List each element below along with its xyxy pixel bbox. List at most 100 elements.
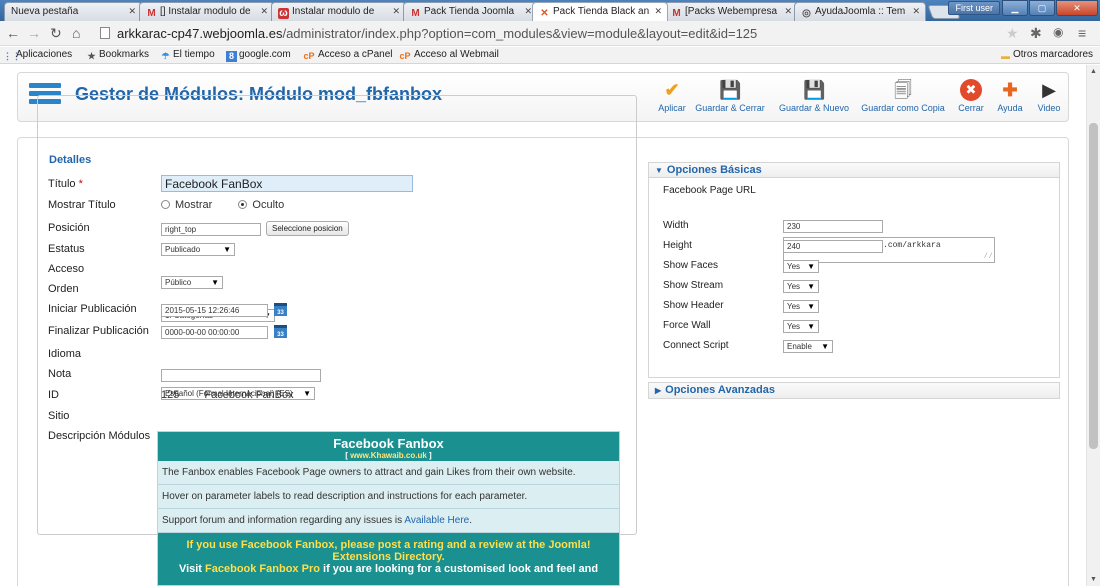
tab-label: Instalar modulo de xyxy=(292,6,375,17)
browser-tab[interactable]: M [] Instalar modulo de ✕ xyxy=(139,2,274,21)
description-paragraph: The Fanbox enables Facebook Page owners … xyxy=(158,461,619,485)
order-label: Orden xyxy=(48,283,79,295)
position-input[interactable]: right_top xyxy=(161,223,261,236)
save-close-button[interactable]: 💾 Guardar & Cerrar xyxy=(694,79,766,113)
radio-show[interactable] xyxy=(161,200,170,209)
close-icon[interactable]: ✕ xyxy=(912,6,920,17)
title-input[interactable]: Facebook FanBox xyxy=(161,175,413,192)
chevron-down-icon: ▼ xyxy=(807,262,815,271)
chevron-down-icon: ▼ xyxy=(807,282,815,291)
bookmark-label: Bookmarks xyxy=(99,49,150,60)
end-publish-input[interactable]: 0000-00-00 00:00:00 xyxy=(161,326,268,339)
forward-icon[interactable]: → xyxy=(27,25,41,41)
panel-title: Opciones Avanzadas xyxy=(665,384,775,396)
browser-tab[interactable]: ω Instalar modulo de ✕ xyxy=(271,2,406,21)
status-label: Estatus xyxy=(48,243,85,255)
connect-script-select[interactable]: Enable ▼ xyxy=(783,340,833,353)
menu-icon[interactable]: ≡ xyxy=(1078,25,1086,41)
address-bar[interactable]: arkkarac-cp47.webjoomla.es/administrator… xyxy=(95,24,1025,43)
close-icon[interactable]: ✕ xyxy=(654,6,662,17)
scroll-up-icon[interactable]: ▲ xyxy=(1090,68,1097,75)
chevron-down-icon: ▼ xyxy=(807,302,815,311)
close-icon[interactable]: ✕ xyxy=(128,6,136,17)
other-bookmarks[interactable]: ▬ Otros marcadores xyxy=(1000,49,1093,62)
browser-tab[interactable]: M [Packs Webempresa ✕ xyxy=(664,2,798,21)
close-icon[interactable]: ✕ xyxy=(524,6,532,17)
basic-options-header[interactable]: ▼ Opciones Básicas xyxy=(649,163,1059,178)
status-select[interactable]: Publicado ▼ xyxy=(161,243,235,256)
show-header-select[interactable]: Yes ▼ xyxy=(783,300,819,313)
window-close-icon[interactable]: ✕ xyxy=(1056,0,1098,16)
show-stream-select[interactable]: Yes ▼ xyxy=(783,280,819,293)
button-label: Guardar & Nuevo xyxy=(778,103,850,113)
back-icon[interactable]: ← xyxy=(6,25,20,41)
access-select[interactable]: Público ▼ xyxy=(161,276,223,289)
site-link[interactable]: www.Khawaib.co.uk xyxy=(350,451,427,460)
force-wall-label: Force Wall xyxy=(663,320,711,331)
scroll-down-icon[interactable]: ▼ xyxy=(1090,576,1097,583)
advanced-options-header[interactable]: ▶ Opciones Avanzadas xyxy=(649,383,1059,398)
resize-grip-icon[interactable]: ⁄⁄ xyxy=(983,252,993,262)
reload-icon[interactable]: ↻ xyxy=(50,25,62,42)
select-value: Yes xyxy=(787,322,801,331)
bookmark-item[interactable]: ★ Bookmarks xyxy=(86,49,149,62)
close-button[interactable]: ✖ Cerrar xyxy=(955,79,987,113)
bookmark-item[interactable]: cP Acceso a cPanel xyxy=(302,49,392,62)
end-publish-label: Finalizar Publicación xyxy=(48,325,149,337)
save-new-button[interactable]: 💾 Guardar & Nuevo xyxy=(777,79,851,113)
support-link[interactable]: Available Here xyxy=(404,515,469,526)
save-copy-button[interactable]: 🗐 Guardar como Copia xyxy=(859,79,947,113)
extension-icon[interactable]: ◉ xyxy=(1053,25,1063,39)
close-icon[interactable]: ✕ xyxy=(260,6,268,17)
browser-tab[interactable]: Nueva pestaña ✕ xyxy=(4,2,142,21)
cpanel-icon: cP xyxy=(399,51,411,61)
close-icon[interactable]: ✕ xyxy=(392,6,400,17)
home-icon[interactable]: ⌂ xyxy=(72,25,80,41)
weather-icon: ☂ xyxy=(161,51,170,61)
browser-tab-active[interactable]: ✕ Pack Tienda Black an ✕ xyxy=(532,2,668,21)
text: . xyxy=(469,515,472,526)
calendar-icon: 33 xyxy=(274,303,287,316)
site-label: Sitio xyxy=(48,410,70,422)
scrollbar-thumb[interactable] xyxy=(1089,123,1098,449)
calendar-icon: 33 xyxy=(274,325,287,338)
close-icon[interactable]: ✕ xyxy=(784,6,792,17)
video-button[interactable]: ▶ Video xyxy=(1034,79,1064,113)
minimize-icon[interactable]: ▁ xyxy=(1002,0,1028,16)
start-publish-input[interactable]: 2015-05-15 12:26:46 xyxy=(161,304,268,317)
omnibox-bar: ← → ↻ ⌂ arkkarac-cp47.webjoomla.es/admin… xyxy=(0,21,1100,46)
width-input[interactable]: 230 xyxy=(783,220,883,233)
select-value: Público xyxy=(165,278,192,287)
help-button[interactable]: ✚ Ayuda xyxy=(994,79,1026,113)
help-icon: ✚ xyxy=(1002,80,1018,100)
bookmark-item[interactable]: 8 google.com xyxy=(226,49,291,62)
description-label: Descripción Módulos xyxy=(48,430,151,442)
maximize-icon[interactable]: ▢ xyxy=(1029,0,1055,16)
apply-button[interactable]: ✔ Aplicar xyxy=(655,79,689,113)
select-value: Yes xyxy=(787,302,801,311)
bookmark-item[interactable]: ⋮⋮Aplicaciones xyxy=(3,49,72,62)
radio-hide[interactable] xyxy=(238,200,248,209)
browser-tab[interactable]: M Pack Tienda Joomla ✕ xyxy=(403,2,538,21)
apps-icon: ⋮⋮ xyxy=(3,51,21,61)
note-input[interactable] xyxy=(161,369,321,382)
bookmark-item[interactable]: cP Acceso al Webmail xyxy=(398,49,498,62)
extension-icon[interactable]: ✱ xyxy=(1030,25,1042,42)
pro-link[interactable]: Facebook Fanbox Pro xyxy=(205,563,320,575)
module-name: Facebook FanBox xyxy=(204,389,294,401)
end-calendar-button[interactable]: 33 xyxy=(274,325,287,339)
show-faces-select[interactable]: Yes ▼ xyxy=(783,260,819,273)
force-wall-select[interactable]: Yes ▼ xyxy=(783,320,819,333)
height-input[interactable]: 240 xyxy=(783,240,883,253)
page-scrollbar[interactable]: ▲ ▼ xyxy=(1086,65,1100,586)
start-publish-label: Iniciar Publicación xyxy=(48,303,137,315)
start-calendar-button[interactable]: 33 xyxy=(274,303,287,317)
save-icon: 💾 xyxy=(719,80,742,100)
bookmark-item[interactable]: ☂ El tiempo xyxy=(160,49,214,62)
select-position-button[interactable]: Seleccione posicion xyxy=(266,221,349,236)
url-path: /administrator/index.php?option=com_modu… xyxy=(282,26,758,41)
show-title-radio-group: Mostrar Oculto xyxy=(161,199,284,211)
bookmark-star-icon[interactable]: ★ xyxy=(1006,25,1019,42)
browser-tab[interactable]: ◎ AyudaJoomla :: Tem ✕ xyxy=(794,2,926,21)
user-badge[interactable]: First user xyxy=(948,1,1000,15)
